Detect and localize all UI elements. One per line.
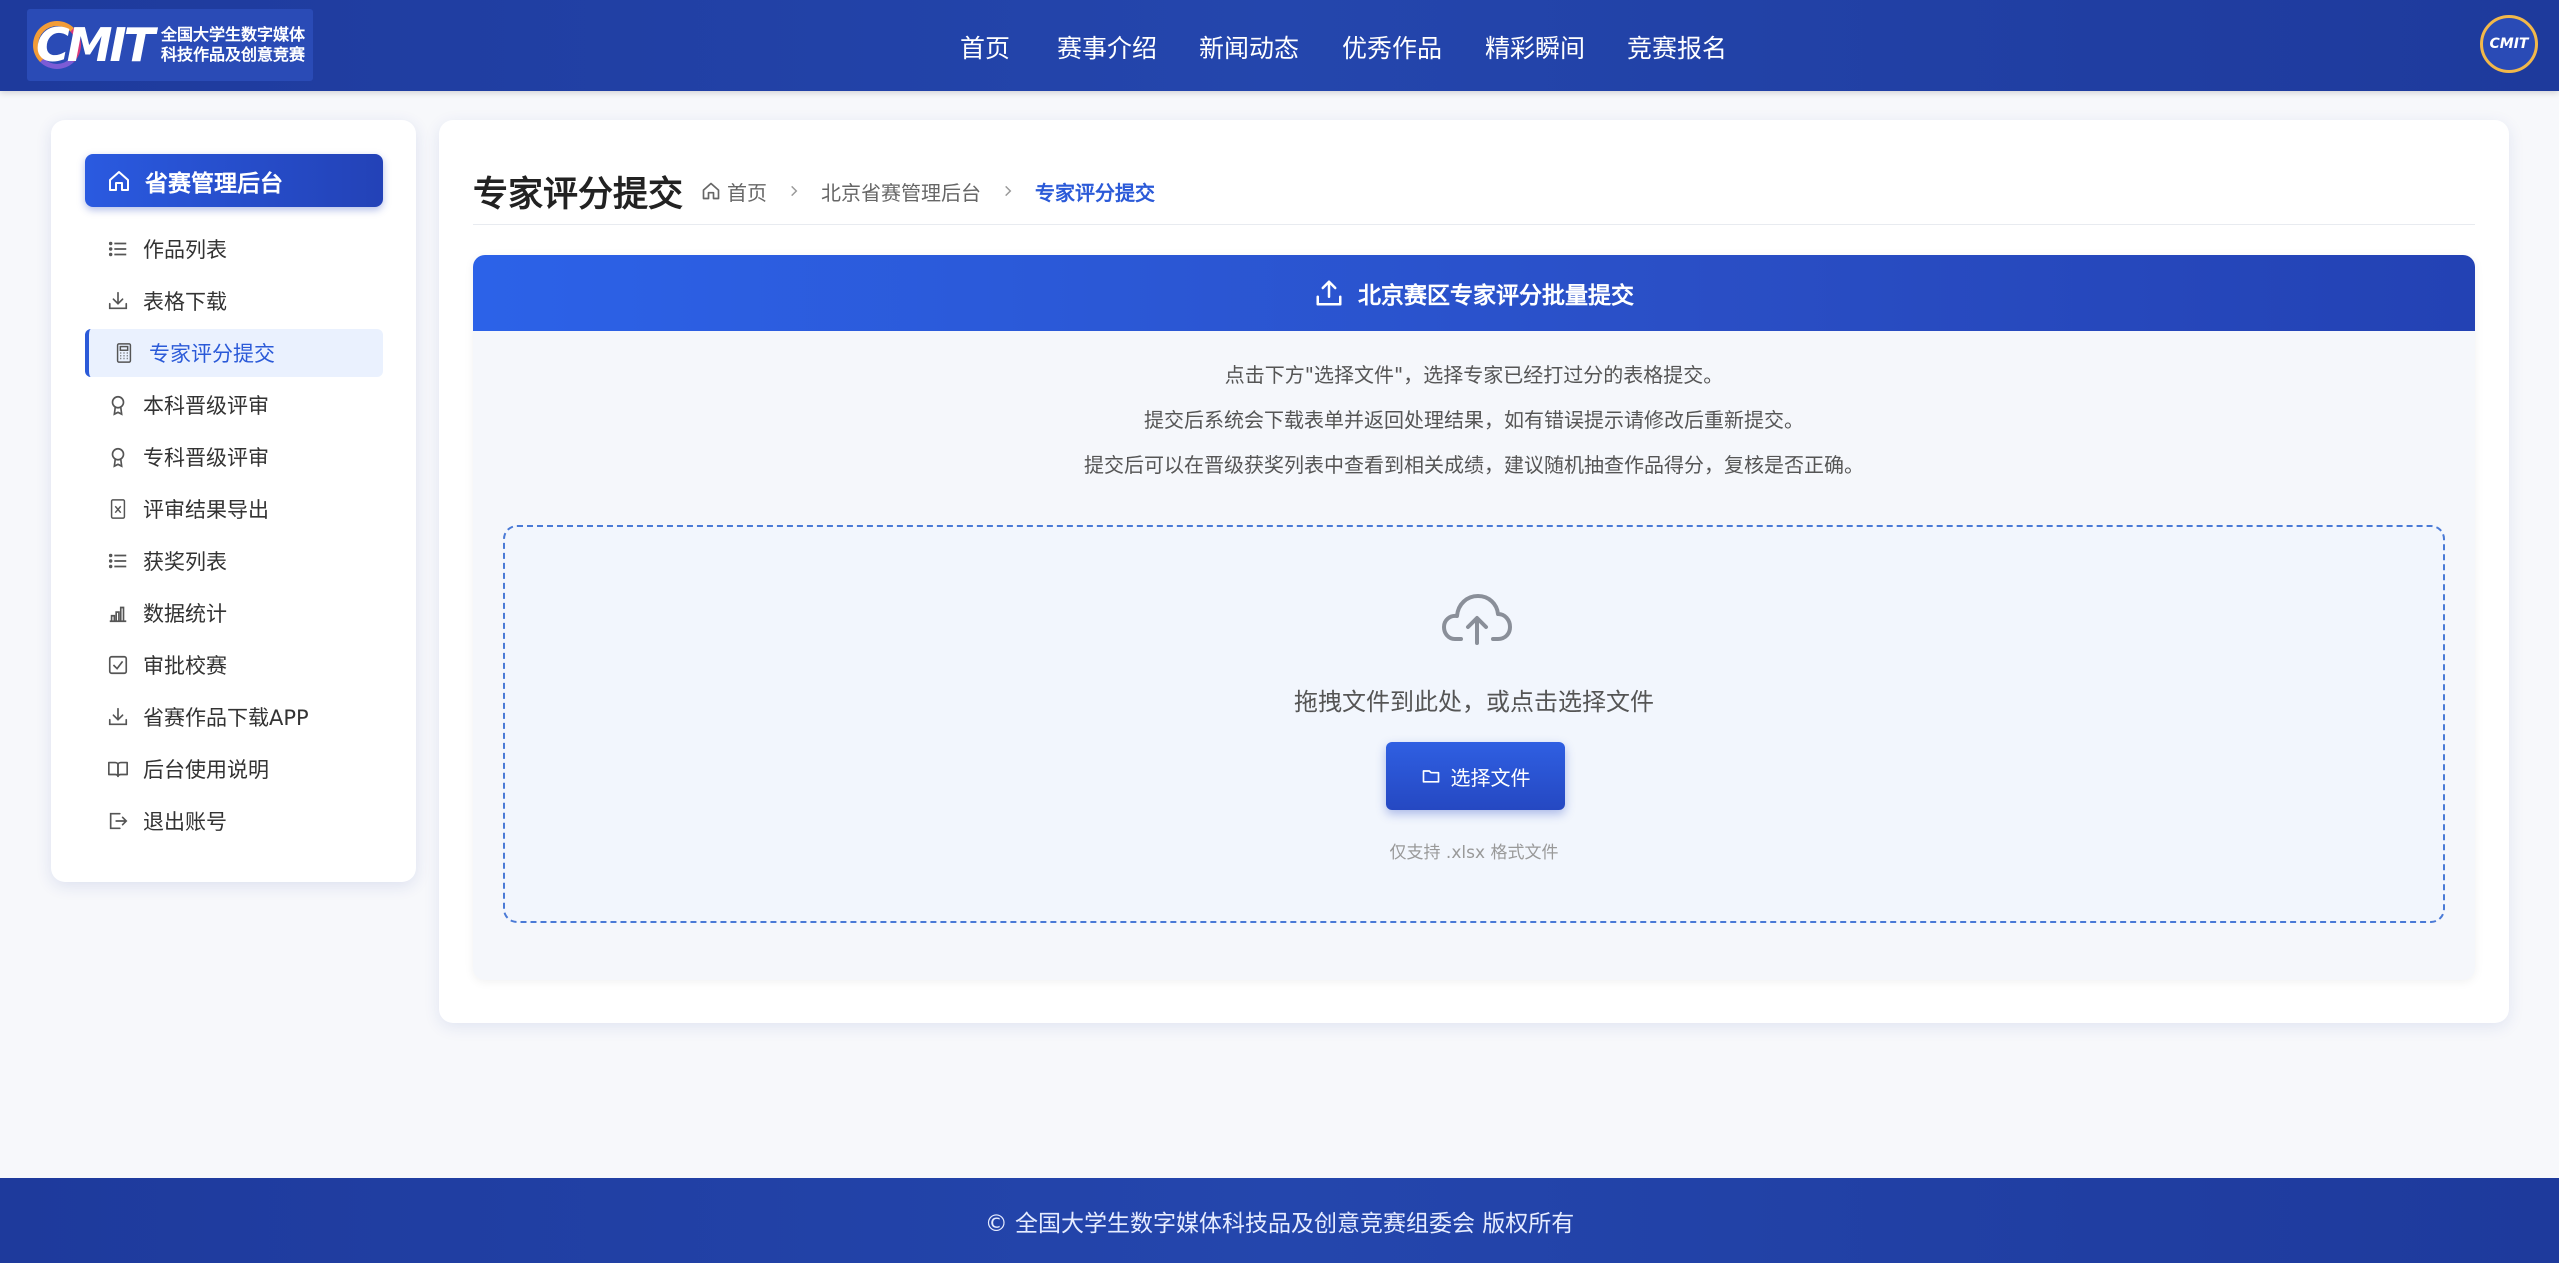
breadcrumb-current: 专家评分提交 [1035, 180, 1155, 205]
dropzone-text: 拖拽文件到此处，或点击选择文件 [1294, 688, 1654, 716]
home-icon [702, 182, 720, 200]
logo-line-2: 科技作品及创意竞赛 [161, 45, 306, 64]
top-navbar: CMIT 全国大学生数字媒体 科技作品及创意竞赛 首页 赛事介绍 新闻动态 优秀… [0, 0, 2559, 91]
sidebar-item-label: 退出账号 [143, 810, 227, 834]
breadcrumb: 首页 北京省赛管理后台 专家评分提交 [701, 176, 1155, 206]
list-icon [108, 241, 127, 257]
logout-icon [109, 812, 128, 830]
sidebar-item-expert-score-submit[interactable]: 专家评分提交 [85, 329, 383, 377]
nav-home[interactable]: 首页 [960, 29, 1010, 65]
choose-file-button[interactable]: 选择文件 [1386, 742, 1565, 810]
divider [473, 224, 2475, 225]
logo-line-1: 全国大学生数字媒体 [161, 25, 306, 44]
user-avatar[interactable]: CMIT [2480, 15, 2538, 73]
instruction-line-2: 提交后系统会下载表单并返回处理结果，如有错误提示请修改后重新提交。 [1144, 408, 1804, 432]
sidebar-item-result-export[interactable]: 评审结果导出 [85, 485, 383, 533]
home-icon [109, 170, 129, 191]
sidebar-item-label: 后台使用说明 [143, 758, 269, 782]
sidebar-item-label: 省赛作品下载APP [143, 706, 309, 730]
nav-competition-intro[interactable]: 赛事介绍 [1057, 29, 1157, 65]
sidebar-item-label: 专家评分提交 [149, 342, 275, 366]
checkbox-icon [108, 655, 128, 675]
sidebar-item-form-download[interactable]: 表格下载 [85, 277, 383, 325]
page-title: 专家评分提交 [473, 175, 684, 215]
calculator-icon [116, 343, 132, 363]
chevron-right-icon [1005, 185, 1012, 197]
bar-chart-icon [109, 606, 127, 623]
sidebar-item-label: 本科晋级评审 [143, 394, 269, 418]
download-icon [108, 707, 128, 726]
file-format-hint: 仅支持 .xlsx 格式文件 [1389, 843, 1559, 863]
card-title: 北京赛区专家评分批量提交 [1358, 283, 1634, 309]
sidebar-item-logout[interactable]: 退出账号 [85, 797, 383, 845]
sidebar-item-user-guide[interactable]: 后台使用说明 [85, 745, 383, 793]
main-panel: 专家评分提交 首页 北京省赛管理后台 专家评分提交 北京赛区专家评分批量提交 点… [439, 120, 2509, 1023]
sidebar-item-label: 专科晋级评审 [143, 446, 269, 470]
sidebar-item-awards-list[interactable]: 获奖列表 [85, 537, 383, 585]
sidebar-item-label: 获奖列表 [143, 550, 227, 574]
folder-icon [1422, 770, 1439, 783]
book-icon [108, 761, 128, 778]
logo-mark: CMIT [31, 15, 157, 75]
sidebar-item-statistics[interactable]: 数据统计 [85, 589, 383, 637]
award-icon [111, 447, 125, 468]
sidebar-item-undergrad-review[interactable]: 本科晋级评审 [85, 381, 383, 429]
chevron-right-icon [791, 185, 798, 197]
sidebar: 省赛管理后台 作品列表 表格下载 专家评分提交 本科晋级评审 专科晋级评审 评审… [51, 120, 416, 882]
nav-news[interactable]: 新闻动态 [1199, 29, 1299, 65]
breadcrumb-home[interactable]: 首页 [727, 177, 767, 206]
sidebar-item-works-list[interactable]: 作品列表 [85, 225, 383, 273]
nav-registration[interactable]: 竞赛报名 [1627, 29, 1727, 65]
award-icon [111, 395, 125, 416]
sidebar-item-label: 审批校赛 [143, 654, 227, 678]
site-logo[interactable]: CMIT 全国大学生数字媒体 科技作品及创意竞赛 [27, 9, 313, 81]
list-icon [108, 553, 127, 569]
file-dropzone[interactable]: 拖拽文件到此处，或点击选择文件 选择文件 仅支持 .xlsx 格式文件 [503, 525, 2445, 923]
sidebar-item-approve-school[interactable]: 审批校赛 [85, 641, 383, 689]
footer: © 全国大学生数字媒体科技品及创意竞赛组委会 版权所有 [0, 1178, 2559, 1263]
instruction-line-1: 点击下方"选择文件"，选择专家已经打过分的表格提交。 [1224, 363, 1724, 387]
breadcrumb-admin[interactable]: 北京省赛管理后台 [821, 177, 981, 206]
card-header: 北京赛区专家评分批量提交 [473, 255, 2475, 331]
nav-highlights[interactable]: 精彩瞬间 [1485, 29, 1585, 65]
upload-icon [1316, 280, 1342, 306]
copyright-text: © 全国大学生数字媒体科技品及创意竞赛组委会 版权所有 [984, 1210, 1575, 1237]
download-icon [108, 291, 128, 310]
sidebar-item-label: 数据统计 [143, 602, 227, 626]
sidebar-title[interactable]: 省赛管理后台 [85, 154, 383, 207]
nav-excellent-works[interactable]: 优秀作品 [1342, 29, 1442, 65]
sidebar-item-label: 评审结果导出 [143, 498, 269, 522]
sidebar-item-download-app[interactable]: 省赛作品下载APP [85, 693, 383, 741]
sidebar-item-label: 表格下载 [143, 290, 227, 314]
sidebar-item-label: 作品列表 [143, 238, 227, 262]
upload-card: 北京赛区专家评分批量提交 点击下方"选择文件"，选择专家已经打过分的表格提交。 … [473, 255, 2475, 980]
cloud-upload-icon [1442, 594, 1512, 645]
sidebar-item-college-review[interactable]: 专科晋级评审 [85, 433, 383, 481]
instruction-line-3: 提交后可以在晋级获奖列表中查看到相关成绩，建议随机抽查作品得分，复核是否正确。 [1084, 453, 1864, 477]
excel-file-icon [110, 499, 126, 519]
